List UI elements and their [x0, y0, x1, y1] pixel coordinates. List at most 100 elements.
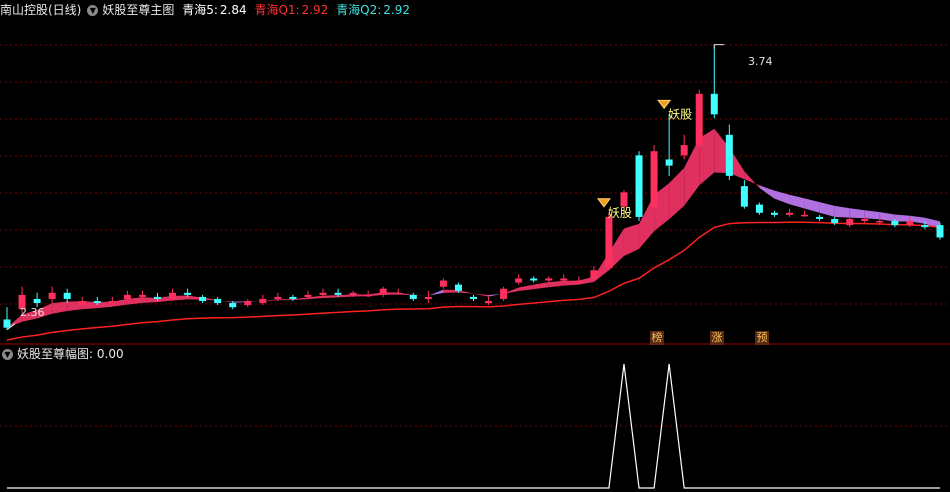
ribbon-segment: [894, 214, 910, 222]
sub-indicator-name[interactable]: 妖股至尊幅图: [17, 347, 89, 361]
candle-body: [801, 214, 809, 217]
candle-body: [530, 278, 538, 281]
sub-header: ▼ 妖股至尊幅图: 0.00: [0, 344, 128, 364]
sub-indicator-value: : 0.00: [89, 347, 124, 361]
signal-label: 妖股: [668, 107, 692, 121]
ribbon-segment: [849, 208, 865, 219]
ribbon-segment: [759, 185, 775, 199]
chevron-down-icon[interactable]: ▼: [2, 349, 13, 360]
candle-body: [936, 225, 944, 238]
ribbon-segment: [789, 194, 805, 209]
candle-body: [755, 204, 763, 213]
candle-body: [560, 278, 568, 281]
ribbon-segment: [669, 167, 685, 220]
candle-body: [816, 216, 824, 219]
candle-body: [680, 145, 688, 156]
candle-body: [394, 292, 402, 295]
main-indicator-name[interactable]: 妖股至尊主图: [102, 3, 174, 17]
candle-body: [244, 301, 252, 306]
candle-body: [575, 280, 583, 283]
tag-zhang: 涨: [710, 331, 724, 345]
candle-body: [334, 292, 342, 295]
candle-body: [590, 270, 598, 279]
candle-body: [78, 301, 86, 306]
tag-yu: 预: [755, 331, 769, 345]
candle-body: [93, 301, 101, 304]
ribbon-segment: [428, 289, 444, 296]
candle-body: [424, 296, 432, 299]
candle-body: [770, 212, 778, 215]
ribbon-segment: [744, 171, 760, 188]
candle-body: [169, 292, 177, 299]
q1-value: 2.92: [301, 3, 329, 17]
ribbon-segment: [879, 212, 895, 222]
candle-body: [184, 292, 192, 295]
low-price-label: 2.36: [20, 306, 45, 319]
candle-body: [364, 294, 372, 297]
tag-bang: 榜: [650, 331, 664, 345]
candle-body: [153, 296, 161, 299]
candle-body: [665, 159, 673, 166]
candle-body: [921, 225, 929, 228]
candle-body: [274, 296, 282, 299]
candle-body: [3, 319, 11, 328]
candle-body: [259, 298, 267, 304]
ribbon-segment: [548, 280, 564, 288]
candle-body: [319, 292, 327, 295]
candle-body: [379, 288, 387, 295]
grid-lines: [0, 44, 950, 427]
candle-body: [409, 294, 417, 299]
ribbon-segment: [774, 190, 790, 205]
candle-body: [214, 298, 222, 304]
candle-body: [485, 301, 493, 304]
candle-body: [906, 221, 914, 226]
chevron-down-icon[interactable]: ▼: [87, 5, 99, 16]
candle-body: [454, 284, 462, 291]
ribbon-segment: [52, 301, 68, 314]
candle-body: [515, 278, 523, 283]
candle-body: [710, 93, 718, 115]
candle-body: [831, 218, 839, 224]
candle-body: [695, 93, 703, 146]
ribbon-segment: [323, 295, 339, 298]
ribbon-segment: [819, 202, 835, 217]
candle-body: [545, 278, 553, 281]
candle-body: [846, 218, 854, 226]
kline-chart[interactable]: 妖股妖股 3.74 2.36: [0, 0, 950, 492]
candle-body: [635, 155, 643, 217]
candle-body: [725, 134, 733, 176]
ribbon-segment: [277, 299, 293, 301]
qh5-label: 青海5:: [182, 3, 218, 17]
candle-body: [876, 221, 884, 223]
qh5-value: 2.84: [219, 3, 247, 17]
q2-value: 2.92: [383, 3, 410, 17]
candle-body: [439, 280, 447, 287]
candle-body: [108, 301, 116, 304]
candle-body: [138, 294, 146, 297]
ribbon-segment: [834, 205, 850, 218]
candle-body: [891, 221, 899, 226]
candle-body: [861, 218, 869, 222]
q2-label: 青海Q2:: [336, 3, 382, 17]
stock-name[interactable]: 南山控股(日线): [0, 3, 81, 17]
candle-body: [620, 192, 628, 207]
ma-line: [6, 221, 941, 341]
candle-body: [349, 292, 357, 295]
candle-body: [33, 298, 41, 304]
candle-body: [229, 303, 237, 308]
ribbon-segment: [473, 293, 489, 297]
candle-body: [48, 292, 56, 299]
candles: [3, 44, 944, 330]
ribbon-segment: [804, 198, 820, 213]
main-header: 南山控股(日线) ▼ 妖股至尊主图 青海5: 2.84 青海Q1: 2.92 青海Q2:…: [0, 0, 414, 20]
candle-body: [786, 212, 794, 215]
candle-body: [500, 288, 508, 299]
ma-red-line: [6, 221, 941, 341]
q1-label: 青海Q1:: [254, 3, 300, 17]
ribbon-segment: [518, 284, 534, 292]
candle-body: [740, 186, 748, 207]
candle-body: [650, 151, 658, 207]
candle-body: [605, 216, 613, 269]
ribbon-segment: [623, 223, 640, 257]
candle-body: [199, 296, 207, 302]
